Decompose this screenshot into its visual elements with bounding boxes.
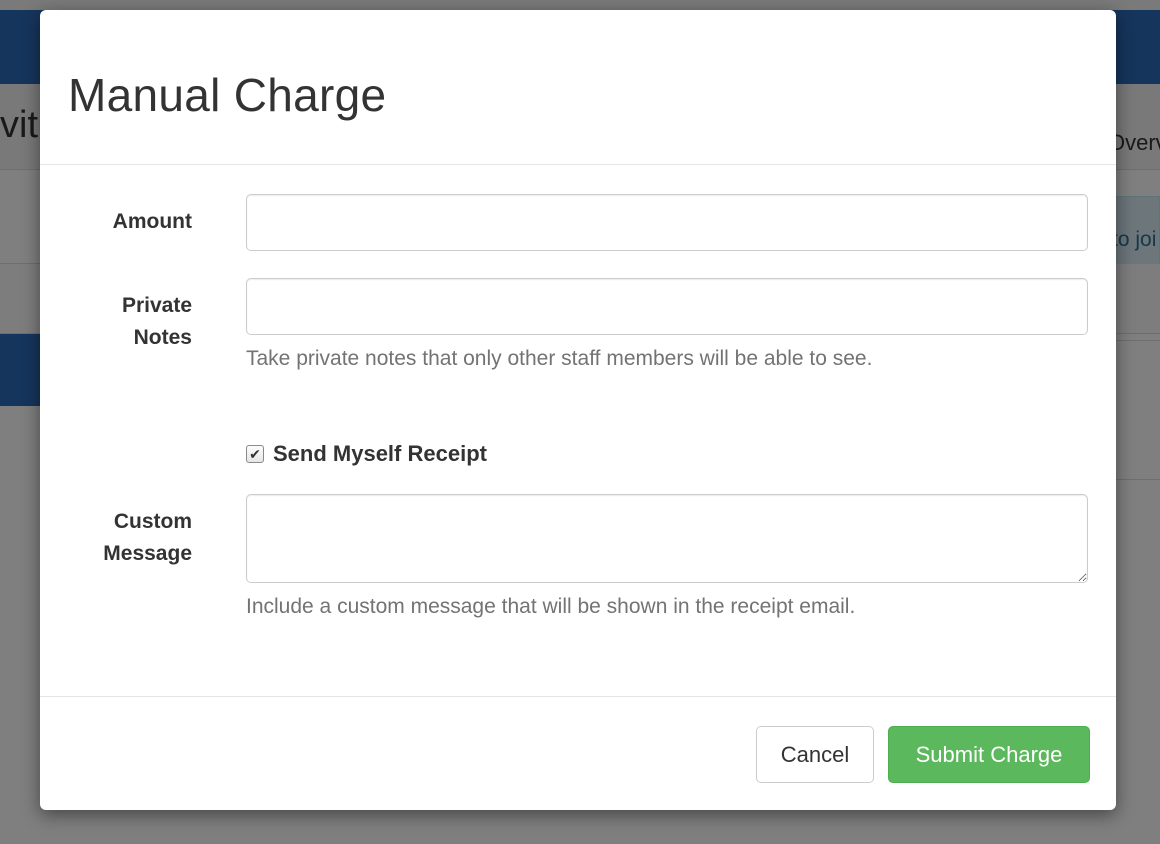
custom-message-label-line2: Message [103,542,192,565]
private-notes-label: Private Notes [52,290,192,354]
send-receipt-label[interactable]: Send Myself Receipt [273,441,487,467]
modal-footer: Cancel Submit Charge [40,696,1116,810]
custom-message-help: Include a custom message that will be sh… [246,595,856,618]
modal-body: Amount Private Notes Take private notes … [40,165,1116,696]
custom-message-textarea[interactable] [246,494,1088,583]
checkmark-icon: ✔ [249,446,261,462]
custom-message-label: Custom Message [52,506,192,570]
private-notes-label-line2: Notes [133,326,192,349]
private-notes-help: Take private notes that only other staff… [246,347,873,370]
amount-input[interactable] [246,194,1088,251]
send-receipt-checkbox[interactable]: ✔ [246,445,264,463]
private-notes-input[interactable] [246,278,1088,335]
submit-charge-button[interactable]: Submit Charge [888,726,1090,783]
manual-charge-modal: Manual Charge Amount Private Notes Take … [40,10,1116,810]
cancel-button[interactable]: Cancel [756,726,874,783]
modal-title: Manual Charge [68,69,387,121]
private-notes-label-line1: Private [121,294,192,317]
amount-label-text: Amount [112,210,192,233]
custom-message-label-line1: Custom [113,510,192,533]
send-receipt-checkbox-group[interactable]: ✔ Send Myself Receipt [246,441,487,467]
modal-header: Manual Charge [40,10,1116,165]
amount-label: Amount [52,206,192,238]
